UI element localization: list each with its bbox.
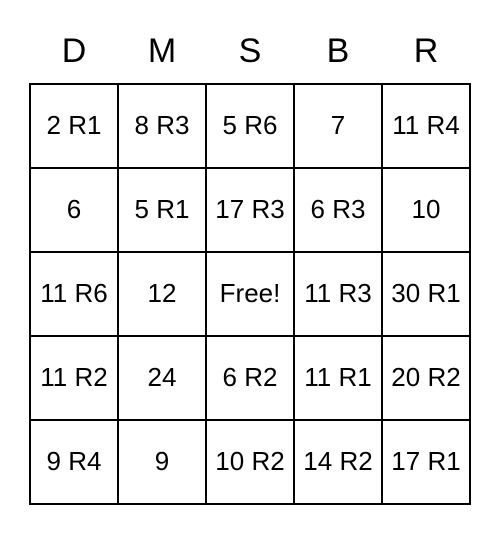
bingo-cell[interactable]: 17 R1 (382, 420, 470, 504)
bingo-row: 2 R1 8 R3 5 R6 7 11 R4 (30, 84, 470, 168)
bingo-cell[interactable]: 10 (382, 168, 470, 252)
bingo-cell[interactable]: 11 R4 (382, 84, 470, 168)
header-row: D M S B R (30, 20, 470, 84)
bingo-cell[interactable]: 12 (118, 252, 206, 336)
bingo-cell[interactable]: 8 R3 (118, 84, 206, 168)
header-cell-b: B (294, 20, 382, 84)
bingo-row: 11 R6 12 Free! 11 R3 30 R1 (30, 252, 470, 336)
bingo-cell[interactable]: 7 (294, 84, 382, 168)
bingo-cell[interactable]: 6 R3 (294, 168, 382, 252)
bingo-cell[interactable]: 17 R3 (206, 168, 294, 252)
bingo-row: 9 R4 9 10 R2 14 R2 17 R1 (30, 420, 470, 504)
bingo-cell[interactable]: 11 R1 (294, 336, 382, 420)
bingo-cell[interactable]: 30 R1 (382, 252, 470, 336)
bingo-cell[interactable]: 6 (30, 168, 118, 252)
bingo-row: 6 5 R1 17 R3 6 R3 10 (30, 168, 470, 252)
bingo-cell[interactable]: 9 (118, 420, 206, 504)
header-cell-s: S (206, 20, 294, 84)
bingo-cell[interactable]: 11 R2 (30, 336, 118, 420)
bingo-cell[interactable]: 11 R3 (294, 252, 382, 336)
bingo-cell[interactable]: 11 R6 (30, 252, 118, 336)
bingo-cell[interactable]: 20 R2 (382, 336, 470, 420)
bingo-cell[interactable]: 14 R2 (294, 420, 382, 504)
bingo-cell[interactable]: 10 R2 (206, 420, 294, 504)
header-cell-m: M (118, 20, 206, 84)
bingo-row: 11 R2 24 6 R2 11 R1 20 R2 (30, 336, 470, 420)
header-cell-d: D (30, 20, 118, 84)
bingo-cell[interactable]: 5 R6 (206, 84, 294, 168)
bingo-cell-free[interactable]: Free! (206, 252, 294, 336)
bingo-cell[interactable]: 24 (118, 336, 206, 420)
bingo-cell[interactable]: 6 R2 (206, 336, 294, 420)
bingo-cell[interactable]: 9 R4 (30, 420, 118, 504)
bingo-cell[interactable]: 2 R1 (30, 84, 118, 168)
header-cell-r: R (382, 20, 470, 84)
bingo-card: D M S B R 2 R1 8 R3 5 R6 7 11 R4 6 5 R1 … (29, 20, 471, 505)
bingo-cell[interactable]: 5 R1 (118, 168, 206, 252)
